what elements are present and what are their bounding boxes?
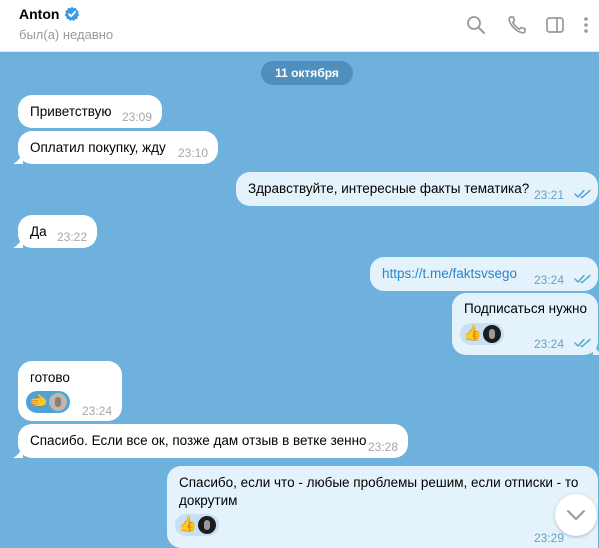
bubble-tail <box>13 448 23 458</box>
thumbs-up-reaction: 👍 <box>463 325 482 342</box>
read-checks-icon <box>574 338 591 348</box>
more-vertical-icon[interactable] <box>579 14 593 36</box>
message-text: готово <box>30 370 70 385</box>
message-text: Да <box>30 224 47 239</box>
message-text: Приветствую <box>30 104 112 119</box>
message-time: 23:29 <box>534 531 565 545</box>
message-time: 23:10 <box>178 146 209 160</box>
message-outgoing[interactable]: Подписаться нужно 👍 23:24 <box>452 293 599 355</box>
phone-icon[interactable] <box>506 14 528 36</box>
reactor-avatar <box>198 516 216 534</box>
sidebar-toggle-icon[interactable] <box>544 14 566 36</box>
message-reactions[interactable]: 🫲 <box>26 391 70 413</box>
contact-name-row[interactable]: Anton <box>19 6 80 22</box>
date-badge: 11 октября <box>261 61 353 85</box>
thumbs-up-reaction: 👍 <box>178 516 197 533</box>
message-time: 23:24 <box>534 273 565 287</box>
message-text-line-1: Спасибо, если что - любые проблемы решим… <box>179 475 579 490</box>
message-time: 23:21 <box>534 188 565 202</box>
search-icon[interactable] <box>465 14 487 36</box>
message-incoming[interactable]: Спасибо. Если все ок, позже дам отзыв в … <box>13 424 408 458</box>
message-text: Оплатил покупку, жду <box>30 140 166 155</box>
message-text: Здравствуйте, интересные факты тематика? <box>248 181 530 196</box>
message-reactions[interactable]: 👍 <box>175 514 219 536</box>
message-incoming[interactable]: готово 🫲 23:24 <box>18 361 122 421</box>
message-outgoing[interactable]: https://t.me/faktsvsego 23:24 <box>370 257 598 291</box>
contact-status: был(а) недавно <box>19 27 114 42</box>
chevron-down-icon <box>567 510 585 520</box>
message-list[interactable]: 11 октября Приветствую 23:09 Оплатил пок… <box>0 52 599 548</box>
message-reactions[interactable]: 👍 <box>460 323 504 345</box>
chat-header: Anton был(а) недавно <box>0 0 599 52</box>
contact-name[interactable]: Anton <box>19 6 59 22</box>
message-time: 23:22 <box>57 230 88 244</box>
message-incoming[interactable]: Оплатил покупку, жду 23:10 <box>13 131 218 164</box>
message-time: 23:24 <box>82 404 113 418</box>
message-time: 23:24 <box>534 337 565 351</box>
message-text: Спасибо. Если все ок, позже дам отзыв в … <box>30 433 367 448</box>
verified-badge-icon <box>64 6 80 22</box>
scroll-to-bottom-button[interactable] <box>555 494 597 536</box>
message-incoming[interactable]: Приветствую 23:09 <box>18 95 162 128</box>
message-outgoing[interactable]: Здравствуйте, интересные факты тематика?… <box>236 172 598 206</box>
bubble-tail <box>593 345 599 355</box>
reactor-avatar <box>483 325 501 343</box>
message-text: Подписаться нужно <box>464 301 587 316</box>
bubble-tail <box>13 238 23 248</box>
message-time: 23:09 <box>122 110 153 124</box>
read-checks-icon <box>574 274 591 284</box>
reactor-avatar <box>49 393 67 411</box>
message-incoming[interactable]: Да 23:22 <box>13 215 97 248</box>
message-text-line-2: докрутим <box>179 493 238 508</box>
bubble-tail <box>13 154 23 164</box>
hand-reaction: 🫲 <box>29 393 48 410</box>
read-checks-icon <box>574 189 591 199</box>
message-time: 23:28 <box>368 440 399 454</box>
message-outgoing[interactable]: Спасибо, если что - любые проблемы решим… <box>167 466 598 548</box>
message-link[interactable]: https://t.me/faktsvsego <box>382 265 517 283</box>
